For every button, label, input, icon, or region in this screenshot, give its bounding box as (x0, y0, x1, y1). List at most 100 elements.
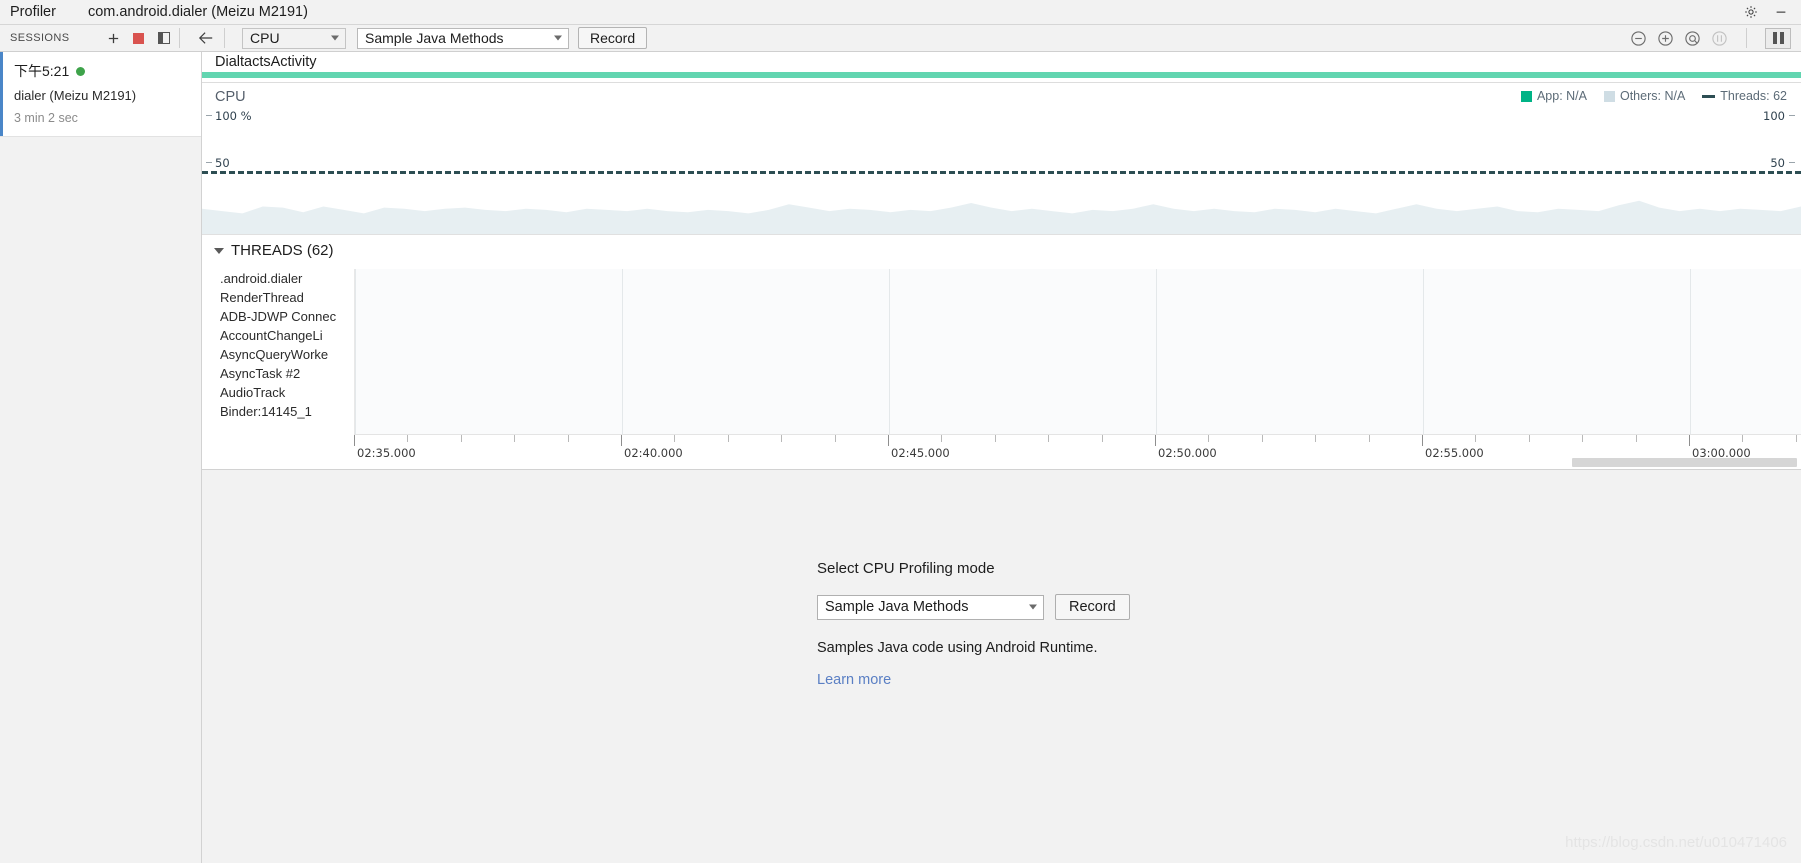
mode-row: Sample Java Methods Record (817, 594, 1130, 620)
threads-header[interactable]: THREADS (62) (202, 235, 1801, 263)
timeline-tick-minor (994, 435, 996, 442)
zoom-out-icon[interactable] (1630, 30, 1647, 47)
session-buttons (106, 31, 171, 46)
threads-header-label: THREADS (62) (231, 242, 334, 259)
profiling-mode-select[interactable]: Sample Java Methods (357, 27, 569, 49)
axis-tick-left-100 (206, 115, 212, 116)
timeline-tick-major (354, 435, 355, 446)
timeline-tick-minor (1528, 435, 1530, 442)
legend-app-label: App: N/A (1536, 89, 1587, 103)
mode-description: Samples Java code using Android Runtime. (817, 640, 1098, 656)
timeline-tick-major (1689, 435, 1690, 446)
cpu-area-svg (202, 200, 1801, 234)
timeline-tick-major (888, 435, 889, 446)
thread-list-item[interactable]: AsyncQueryWorke (202, 345, 352, 364)
pause-icon[interactable] (1765, 27, 1791, 49)
timeline-tick-minor (781, 435, 783, 442)
process-title: com.android.dialer (Meizu M2191) (87, 4, 308, 20)
thread-list-item[interactable]: AsyncTask #2 (202, 364, 352, 383)
thread-list-item[interactable]: RenderThread (202, 288, 352, 307)
cpu-chart-legend: App: N/A Others: N/A Threads: 62 (1520, 89, 1787, 103)
plus-icon[interactable] (106, 31, 121, 46)
chevron-down-icon (331, 35, 339, 41)
profiler-window: Profiler com.android.dialer (Meizu M2191… (0, 0, 1801, 863)
zoom-in-icon[interactable] (1657, 30, 1674, 47)
detail-mode-select[interactable]: Sample Java Methods (817, 594, 1044, 620)
session-duration: 3 min 2 sec (14, 111, 78, 125)
thread-list-item[interactable]: ADB-JDWP Connec (202, 307, 352, 326)
title-bar: Profiler com.android.dialer (Meizu M2191… (0, 0, 1801, 25)
activity-track: DialtactsActivity (202, 52, 1801, 82)
timeline-monitor: DialtactsActivity CPU 100 % 50 100 50 Ap… (202, 52, 1801, 537)
session-running-dot-icon (76, 66, 86, 76)
session-time-row: 下午5:21 (14, 61, 193, 81)
timeline-tick-minor (941, 435, 943, 442)
horizontal-scrollbar[interactable] (1572, 458, 1797, 467)
timeline-tick-minor (727, 435, 729, 442)
legend-others-label: Others: N/A (1619, 89, 1686, 103)
timeline-tick-minor (1101, 435, 1103, 442)
activity-name: DialtactsActivity (215, 54, 317, 70)
learn-more-link[interactable]: Learn more (817, 672, 1130, 688)
legend-others-swatch-icon (1603, 90, 1615, 102)
session-time: 下午5:21 (14, 63, 70, 79)
timeline-tick-major (621, 435, 622, 446)
thread-list-item[interactable]: .android.dialer (202, 269, 352, 288)
thread-list-item[interactable]: Binder:14145_1 (202, 402, 352, 421)
timeline-tick-label: 02:55.000 (1425, 446, 1484, 460)
sessions-sidebar: 下午5:21 dialer (Meizu M2191) 3 min 2 sec (0, 52, 202, 863)
cpu-usage-chart[interactable]: CPU 100 % 50 100 50 App: N/A Others: N/A (202, 83, 1801, 234)
axis-label-right-50: 50 (1770, 156, 1785, 170)
chevron-down-icon (554, 35, 562, 41)
gear-icon[interactable] (1743, 4, 1759, 20)
timeline-tick-minor (1742, 435, 1744, 442)
thread-list-item[interactable]: AudioTrack (202, 383, 352, 402)
main-toolbar: SESSIONS CPU Sample Java Methods Record (0, 25, 1801, 52)
stage-select[interactable]: CPU (242, 27, 346, 49)
timeline-tick-minor (514, 435, 516, 442)
back-arrow-icon[interactable] (196, 28, 216, 48)
timeline-tick-minor (1048, 435, 1050, 442)
timeline-tick-major (1422, 435, 1423, 446)
app-title: Profiler (10, 4, 56, 20)
thread-activity-grid[interactable] (354, 269, 1801, 434)
thread-list: .android.dialer RenderThread ADB-JDWP Co… (202, 269, 352, 421)
timeline-tick-minor (1208, 435, 1210, 442)
timeline-tick-label: 02:40.000 (624, 446, 683, 460)
timeline-tick-minor (1582, 435, 1584, 442)
chevron-down-icon (1029, 604, 1037, 610)
timeline-tick-label: 02:50.000 (1158, 446, 1217, 460)
thread-list-item[interactable]: AccountChangeLi (202, 326, 352, 345)
zoom-reset-icon[interactable] (1684, 30, 1701, 47)
timeline-tick-minor (1795, 435, 1797, 442)
watermark: https://blog.csdn.net/u010471406 (1565, 834, 1787, 851)
window-controls (1743, 4, 1789, 20)
threads-section: THREADS (62) .android.dialer RenderThrea… (202, 234, 1801, 537)
timeline-tick-minor (834, 435, 836, 442)
minimize-icon[interactable] (1773, 4, 1789, 20)
chevron-down-icon[interactable] (214, 247, 224, 254)
timeline-tick-minor (567, 435, 569, 442)
session-item[interactable]: 下午5:21 dialer (Meizu M2191) 3 min 2 sec (0, 52, 201, 137)
timeline-tick-minor (1261, 435, 1263, 442)
timeline-tick-label: 02:35.000 (357, 446, 416, 460)
record-button[interactable]: Record (578, 27, 648, 49)
legend-app-swatch-icon (1520, 90, 1532, 102)
timeline-tick-minor (674, 435, 676, 442)
timeline-tick-minor (460, 435, 462, 442)
toolbar-divider-3 (1746, 28, 1747, 48)
frame-selection-icon[interactable] (1711, 30, 1728, 47)
sessions-label: SESSIONS (10, 32, 70, 44)
cpu-chart-label: CPU (215, 89, 246, 105)
profiling-mode-picker: Select CPU Profiling mode Sample Java Me… (817, 560, 1130, 688)
toggle-panel-icon[interactable] (156, 31, 171, 46)
detail-mode-value: Sample Java Methods (825, 599, 969, 615)
toolbar-divider-1 (179, 28, 180, 48)
activity-lifecycle-bar (202, 72, 1801, 78)
axis-tick-left-50 (206, 162, 212, 163)
timeline-controls (1630, 27, 1791, 49)
legend-app: App: N/A (1520, 89, 1587, 103)
stop-record-icon[interactable] (131, 31, 146, 46)
toolbar-divider-2 (224, 28, 225, 48)
detail-record-button[interactable]: Record (1055, 594, 1130, 620)
